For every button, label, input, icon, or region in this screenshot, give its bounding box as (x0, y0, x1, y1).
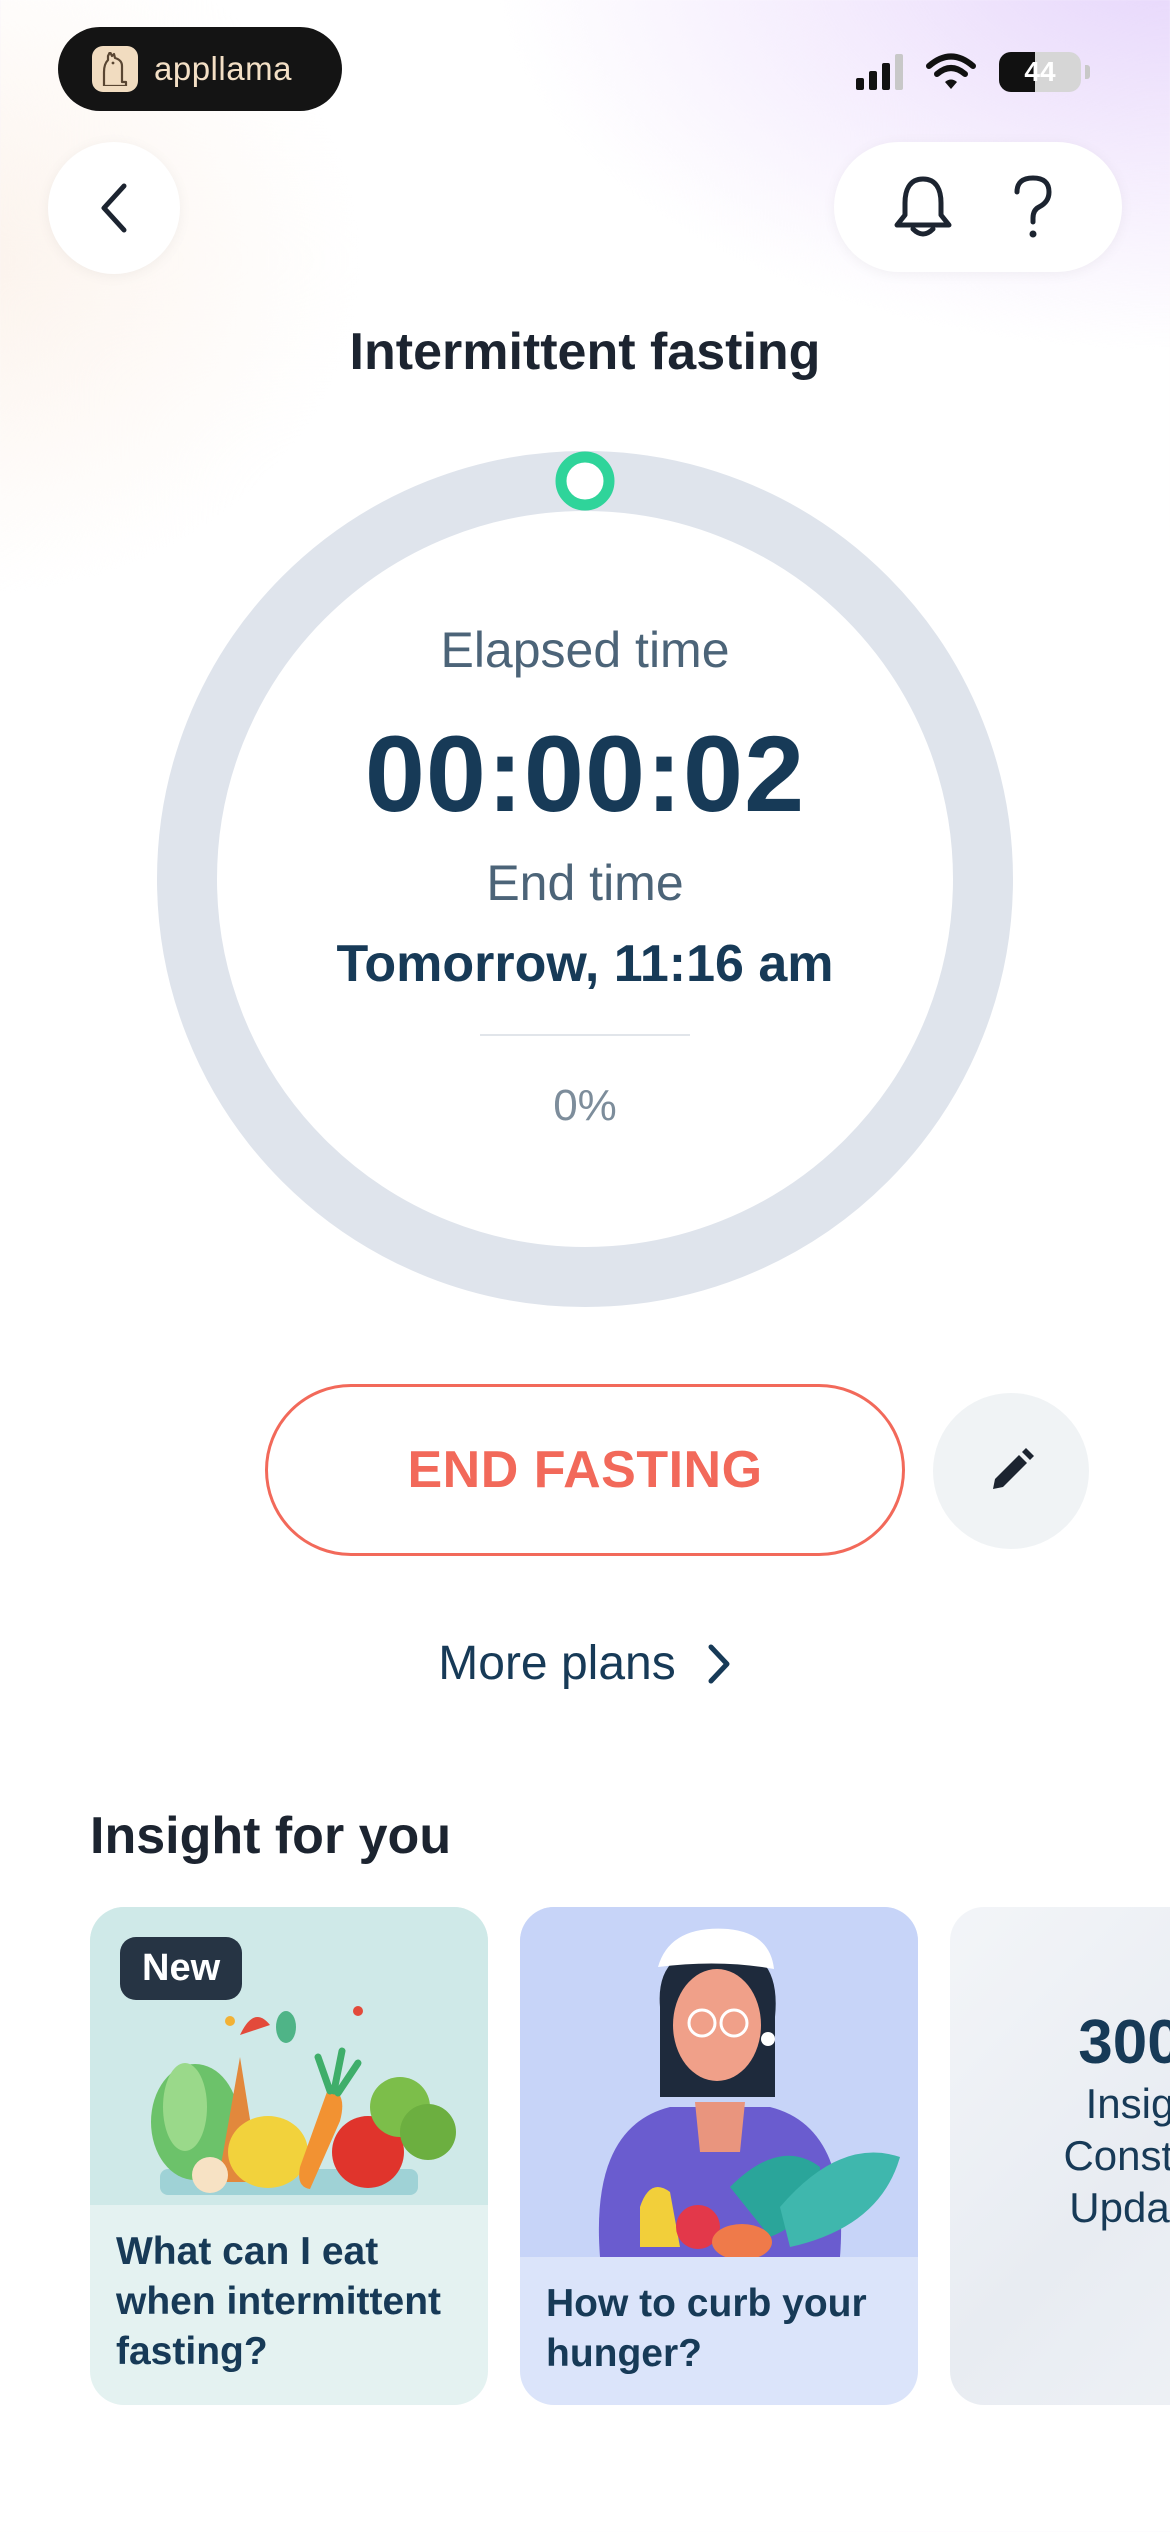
app-brand-badge: appllama (58, 27, 342, 111)
cellular-signal-icon (856, 54, 903, 90)
promo-line: Updati (1069, 2184, 1170, 2231)
notifications-button[interactable] (888, 172, 958, 242)
chevron-left-icon (101, 183, 127, 233)
divider (480, 1034, 690, 1036)
timer-details: Elapsed time 00:00:02 End time Tomorrow,… (157, 451, 1013, 1307)
back-button[interactable] (48, 142, 180, 274)
pencil-icon (993, 1448, 1034, 1489)
more-plans-link[interactable]: More plans (0, 1636, 1170, 1691)
question-mark-icon (1014, 175, 1052, 238)
bell-icon (894, 176, 952, 237)
progress-percentage: 0% (553, 1081, 617, 1130)
header-actions (834, 142, 1122, 272)
wifi-icon (926, 53, 976, 89)
insight-card-title: How to curb your hunger? (546, 2282, 867, 2375)
elapsed-time-label: Elapsed time (440, 622, 730, 678)
brand-name: appllama (154, 50, 292, 87)
chevron-right-icon (708, 1644, 730, 1683)
new-badge: New (120, 1937, 243, 2000)
insight-card[interactable]: How to curb your hunger? (520, 1907, 918, 2405)
end-fasting-button[interactable]: END FASTING (265, 1384, 905, 1556)
woman-with-vegetables-illustration (520, 1907, 918, 2260)
elapsed-time-value: 00:00:02 (364, 713, 806, 834)
page-title: Intermittent fasting (349, 323, 821, 381)
status-icons: 44 (856, 52, 1090, 92)
insights-section-title: Insight for you (90, 1807, 452, 1865)
end-time-label: End time (486, 855, 684, 911)
battery-tip (1085, 65, 1090, 79)
insight-card[interactable]: New What can I eat when intermittent fas… (90, 1907, 488, 2405)
insights-count: 300 (1078, 2008, 1170, 2077)
edit-button[interactable] (933, 1393, 1089, 1549)
help-button[interactable] (998, 172, 1068, 242)
insight-promo: 300 Insig Consta Updati (950, 2007, 1170, 2234)
end-time-value: Tomorrow, 11:16 am (336, 935, 834, 993)
insight-card-title: What can I eat when intermittent fasting… (116, 2230, 442, 2373)
more-plans-label: More plans (438, 1637, 676, 1690)
battery-percentage: 44 (1024, 56, 1056, 87)
llama-logo-icon (92, 46, 138, 92)
promo-line: Consta (1063, 2132, 1170, 2179)
insight-card[interactable]: 300 Insig Consta Updati (950, 1907, 1170, 2405)
battery-indicator: 44 (999, 52, 1081, 92)
promo-line: Insig (1085, 2080, 1170, 2127)
